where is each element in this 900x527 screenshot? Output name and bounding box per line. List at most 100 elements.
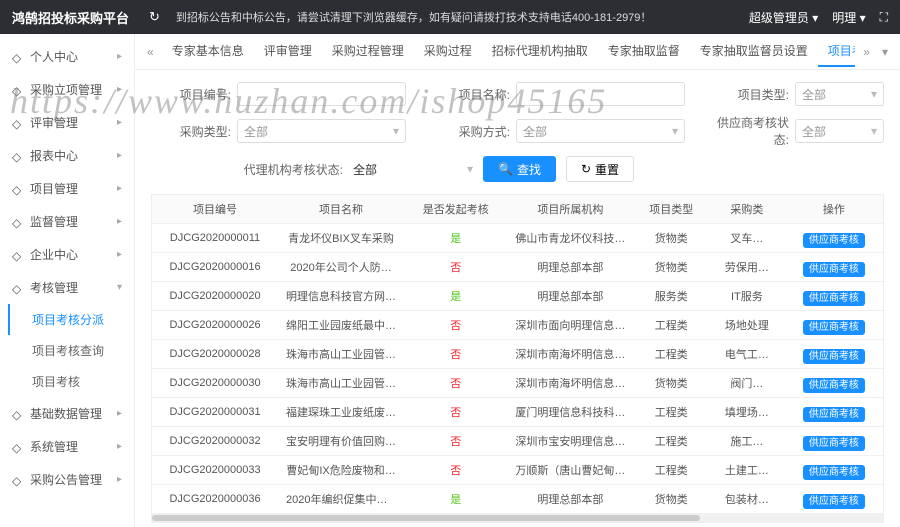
sidebar-sub-item[interactable]: 项目考核查询 (22, 335, 134, 366)
reset-icon: ↻ (581, 162, 591, 176)
table-cell: 工程类 (633, 398, 709, 427)
table-cell: 是 (404, 485, 507, 514)
sidebar-item-label: 考核管理 (30, 279, 78, 296)
tab[interactable]: 专家抽取监督 (598, 36, 690, 67)
table-cell: 服务类 (633, 282, 709, 311)
table-cell: 珠海市高山工业园管… (278, 340, 404, 369)
sidebar-item[interactable]: ◇采购立项管理▸ (0, 73, 134, 106)
table-cell: 明理总部本部 (507, 253, 633, 282)
row-action-button[interactable]: 供应商考核 (803, 407, 865, 422)
sidebar-item[interactable]: ◇报表中心▸ (0, 139, 134, 172)
table-cell: DJCG2020000026 (152, 311, 278, 340)
row-action-button[interactable]: 供应商考核 (803, 262, 865, 277)
tab[interactable]: 专家抽取监督员设置 (690, 36, 818, 67)
menu-icon: ◇ (12, 117, 24, 129)
table-cell: 明理信息科技官方网… (278, 282, 404, 311)
chevron-icon: ▾ (117, 282, 122, 293)
tab[interactable]: 专家基本信息 (162, 36, 254, 67)
purchase-type-select[interactable]: 全部 (237, 119, 406, 143)
table-cell: DJCG2020000032 (152, 427, 278, 456)
table-cell: 否 (404, 456, 507, 485)
row-action-button[interactable]: 供应商考核 (803, 349, 865, 364)
chevron-icon: ▸ (117, 408, 122, 419)
table-header: 是否发起考核 (404, 195, 507, 224)
table-cell: DJCG2020000016 (152, 253, 278, 282)
sidebar-item[interactable]: ◇监督管理▸ (0, 205, 134, 238)
sidebar-sub-item[interactable]: 项目考核分派 (8, 304, 134, 335)
tab[interactable]: 采购过程 (414, 36, 482, 67)
tab[interactable]: 招标代理机构抽取 (482, 36, 598, 67)
table-cell: 深圳市南海坏明信息科技… (507, 369, 633, 398)
tabs-bar: « 专家基本信息评审管理采购过程管理采购过程招标代理机构抽取专家抽取监督专家抽取… (135, 34, 900, 70)
row-action-button[interactable]: 供应商考核 (803, 436, 865, 451)
table-cell: 叉车… (709, 224, 785, 253)
skin-menu[interactable]: 明理 ▾ (832, 9, 865, 26)
sidebar-item[interactable]: ◇企业中心▸ (0, 238, 134, 271)
sidebar-item-label: 报表中心 (30, 147, 78, 164)
project-type-select[interactable]: 全部 (795, 82, 884, 106)
sidebar-item[interactable]: ◇项目管理▸ (0, 172, 134, 205)
filter-label: 项目类型: (709, 86, 789, 103)
table-cell: DJCG2020000036 (152, 485, 278, 514)
table-header: 项目类型 (633, 195, 709, 224)
search-button[interactable]: 🔍查找 (483, 156, 556, 182)
agency-status-select[interactable]: 全部 (353, 161, 473, 178)
purchase-method-select[interactable]: 全部 (516, 119, 685, 143)
fullscreen-icon[interactable]: ⛶ (880, 10, 888, 25)
tab[interactable]: 项目考核分派 (818, 36, 855, 67)
table-cell: 供应商考核 (785, 369, 883, 398)
filter-label: 项目名称: (430, 86, 510, 103)
tabs-prev-icon[interactable]: « (143, 45, 158, 59)
tabs-next-icon[interactable]: » (859, 45, 874, 59)
table-cell: 填埋场… (709, 398, 785, 427)
table-cell: 宝安明理有价值回购… (278, 427, 404, 456)
table-cell: 供应商考核 (785, 485, 883, 514)
table-cell: 青龙坏仪BIX叉车采购 (278, 224, 404, 253)
refresh-icon[interactable]: ↻ (149, 9, 160, 25)
menu-icon: ◇ (12, 183, 24, 195)
table-cell: 深圳市面向明理信息科技… (507, 311, 633, 340)
table-cell: 供应商考核 (785, 427, 883, 456)
table-row: DJCG20200000162020年公司个人防…否明理总部本部货物类劳保用…供… (152, 253, 883, 282)
table-row: DJCG2020000026绵阳工业园废纸最中…否深圳市面向明理信息科技…工程类… (152, 311, 883, 340)
sidebar-item[interactable]: ◇系统管理▸ (0, 430, 134, 463)
tab[interactable]: 评审管理 (254, 36, 322, 67)
user-menu[interactable]: 超级管理员 ▾ (749, 9, 818, 26)
row-action-button[interactable]: 供应商考核 (803, 233, 865, 248)
tabs-menu-icon[interactable]: ▾ (878, 45, 892, 59)
table-cell: 工程类 (633, 340, 709, 369)
project-code-input[interactable] (237, 82, 406, 106)
table-cell: 供应商考核 (785, 253, 883, 282)
table-cell: 供应商考核 (785, 456, 883, 485)
table-horizontal-scrollbar[interactable] (152, 514, 883, 522)
menu-icon: ◇ (12, 84, 24, 96)
sidebar-item[interactable]: ◇个人中心▸ (0, 40, 134, 73)
reset-button[interactable]: ↻重置 (566, 156, 634, 182)
row-action-button[interactable]: 供应商考核 (803, 465, 865, 480)
tab[interactable]: 采购过程管理 (322, 36, 414, 67)
sidebar-item-label: 基础数据管理 (30, 405, 102, 422)
table-cell: 供应商考核 (785, 311, 883, 340)
row-action-button[interactable]: 供应商考核 (803, 320, 865, 335)
sidebar-item[interactable]: ◇考核管理▾ (0, 271, 134, 304)
table-cell: DJCG2020000033 (152, 456, 278, 485)
sidebar-sub-item[interactable]: 项目考核 (22, 366, 134, 397)
row-action-button[interactable]: 供应商考核 (803, 494, 865, 509)
chevron-icon: ▸ (117, 216, 122, 227)
table-header: 采购类 (709, 195, 785, 224)
table-cell: 电气工… (709, 340, 785, 369)
chevron-icon: ▸ (117, 474, 122, 485)
row-action-button[interactable]: 供应商考核 (803, 291, 865, 306)
supplier-status-select[interactable]: 全部 (795, 119, 884, 143)
table-row: DJCG2020000011青龙坏仪BIX叉车采购是佛山市青龙坏仪科技有限…货物… (152, 224, 883, 253)
table-cell: 货物类 (633, 253, 709, 282)
table-cell: 曹妃甸IX危险废物和… (278, 456, 404, 485)
project-name-input[interactable] (516, 82, 685, 106)
filter-label: 代理机构考核状态: (239, 161, 343, 178)
chevron-icon: ▸ (117, 84, 122, 95)
sidebar-item[interactable]: ◇基础数据管理▸ (0, 397, 134, 430)
row-action-button[interactable]: 供应商考核 (803, 378, 865, 393)
sidebar-item[interactable]: ◇采购公告管理▸ (0, 463, 134, 496)
sidebar-item-label: 项目管理 (30, 180, 78, 197)
sidebar-item[interactable]: ◇评审管理▸ (0, 106, 134, 139)
